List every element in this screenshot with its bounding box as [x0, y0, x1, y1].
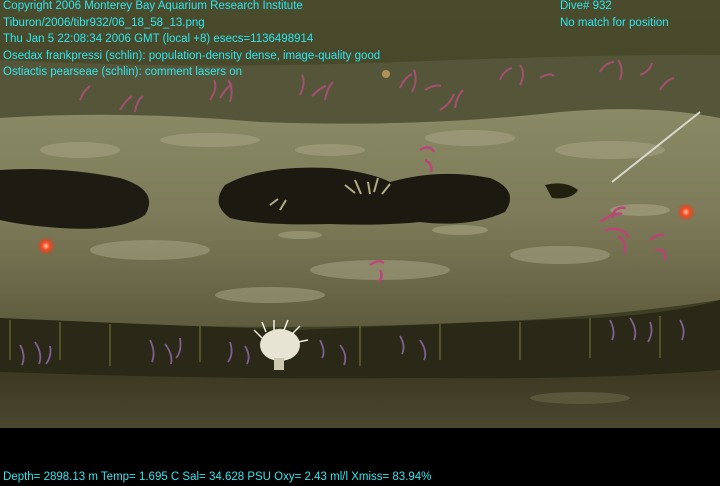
position-status: No match for position [560, 16, 669, 29]
annotation-line-1: Osedax frankpressi (schlin): population-… [3, 49, 381, 62]
overlay-right-block: Dive# 932 No match for position [560, 0, 669, 31]
dive-number: Dive# 932 [560, 0, 612, 12]
video-frame: Copyright 2006 Monterey Bay Aquarium Res… [0, 0, 720, 486]
bone-cavity-center [218, 167, 511, 225]
overlay-left-block: Copyright 2006 Monterey Bay Aquarium Res… [3, 0, 380, 81]
sensor-readout: Depth= 2898.13 m Temp= 1.695 C Sal= 34.6… [3, 471, 432, 483]
timestamp-line: Thu Jan 5 22:08:34 2006 GMT (local +8) e… [3, 33, 314, 45]
copyright-line: Copyright 2006 Monterey Bay Aquarium Res… [3, 0, 303, 12]
file-path-line: Tiburon/2006/tibr932/06_18_58_13.png [3, 16, 205, 29]
laser-dot-icon [677, 203, 695, 221]
laser-dot-icon [37, 237, 55, 255]
annotation-line-2: Ostiactis pearseae (schlin): comment las… [3, 66, 243, 78]
